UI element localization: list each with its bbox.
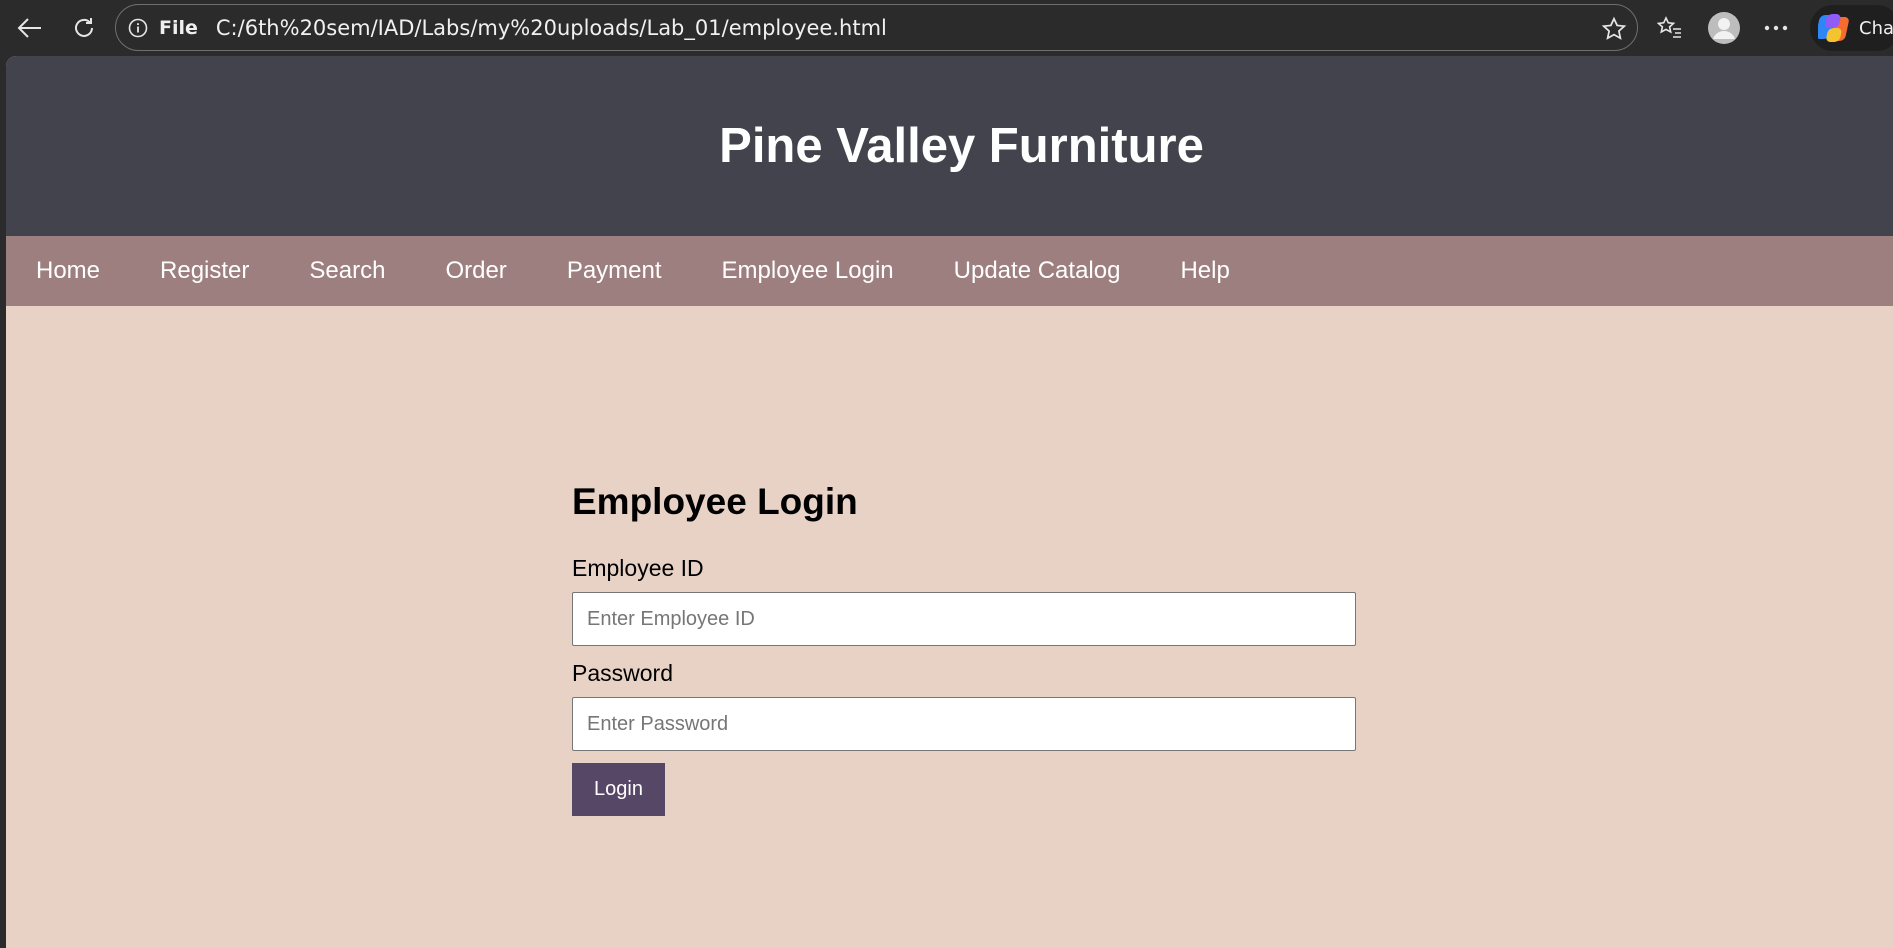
reload-icon[interactable] [66,10,102,46]
browser-toolbar: File C:/6th%20sem/IAD/Labs/my%20uploads/… [0,0,1893,55]
more-options-icon[interactable] [1758,10,1794,46]
address-scheme-label: File [159,16,198,39]
nav-link-update-catalog[interactable]: Update Catalog [954,257,1121,285]
nav-link-employee-login[interactable]: Employee Login [722,257,894,285]
password-label: Password [572,660,673,686]
main-navigation: Home Register Search Order Payment Emplo… [6,236,1893,306]
page-viewport: Pine Valley Furniture Home Register Sear… [6,56,1893,948]
profile-avatar-icon[interactable] [1705,10,1743,46]
nav-link-help[interactable]: Help [1180,257,1229,285]
address-bar[interactable]: File C:/6th%20sem/IAD/Labs/my%20uploads/… [115,4,1638,51]
site-info-icon[interactable] [128,18,148,38]
nav-link-payment[interactable]: Payment [567,257,662,285]
copilot-icon [1818,14,1849,42]
copilot-label: Cha [1859,17,1893,39]
password-input[interactable] [572,697,1356,751]
back-arrow-icon[interactable] [12,10,48,46]
copilot-button[interactable]: Cha [1810,5,1893,51]
employee-id-label: Employee ID [572,555,704,581]
nav-link-home[interactable]: Home [36,257,100,285]
login-heading: Employee Login [572,481,858,522]
employee-login-form: Employee Login Employee ID Password Logi… [572,481,1362,816]
nav-link-search[interactable]: Search [309,257,385,285]
login-button[interactable]: Login [572,763,665,816]
favorites-list-icon[interactable] [1652,10,1688,46]
favorite-star-icon[interactable] [1601,16,1627,42]
site-title: Pine Valley Furniture [719,119,1204,173]
nav-link-order[interactable]: Order [445,257,506,285]
site-header: Pine Valley Furniture [6,56,1893,236]
employee-id-input[interactable] [572,592,1356,646]
address-url-text[interactable]: C:/6th%20sem/IAD/Labs/my%20uploads/Lab_0… [216,16,887,40]
nav-link-register[interactable]: Register [160,257,249,285]
